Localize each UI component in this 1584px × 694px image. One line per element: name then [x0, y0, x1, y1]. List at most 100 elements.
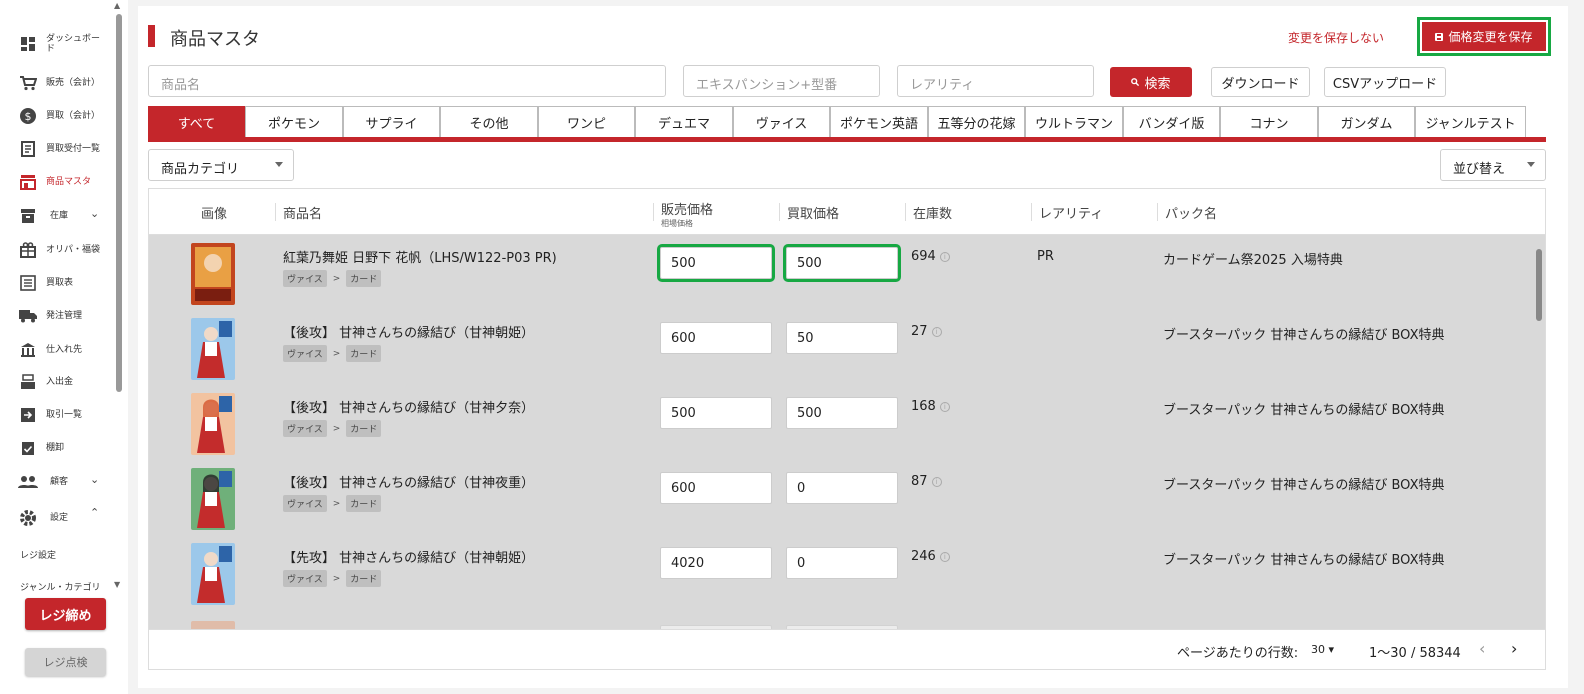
chevron-down-icon[interactable]: ⌄: [90, 207, 99, 220]
sidebar-item-transactions[interactable]: 取引一覧: [18, 403, 104, 427]
category-select[interactable]: 商品カテゴリ: [148, 149, 294, 181]
tab-supply[interactable]: サプライ: [343, 106, 440, 137]
discard-changes-link[interactable]: 変更を保存しない: [1288, 29, 1384, 46]
tab-pokemon-en[interactable]: ポケモン英語: [830, 106, 928, 137]
sidebar-item-stocktake[interactable]: 棚卸: [18, 436, 104, 460]
sale-price-input[interactable]: 500: [660, 397, 772, 429]
buy-price-input[interactable]: 500: [783, 244, 901, 282]
sidebar-scroll-up-icon[interactable]: ▲: [114, 1, 120, 10]
sidebar-item-label: 仕入れ先: [46, 345, 83, 355]
sidebar-item-customers[interactable]: 顧客 ⌄: [18, 470, 108, 494]
table-row[interactable]: 紅葉乃舞姫 日野下 花帆（LHS/W122-P03 PR) ヴァイス > カード 5…: [149, 235, 1529, 310]
header-sale-price[interactable]: 販売価格 相場価格: [653, 189, 713, 235]
info-icon[interactable]: i: [931, 326, 942, 337]
sidebar-item-inventory[interactable]: 在庫 ⌄: [18, 204, 108, 228]
save-price-button[interactable]: 価格変更を保存: [1422, 22, 1546, 51]
sidebar-scrollbar[interactable]: [116, 14, 122, 392]
prev-page-icon[interactable]: ‹: [1479, 639, 1485, 658]
register-close-button[interactable]: レジ締め: [25, 598, 106, 630]
chevron-up-icon[interactable]: ⌃: [90, 506, 99, 519]
product-name[interactable]: 紅葉乃舞姫 日野下 花帆（LHS/W122-P03 PR): [283, 247, 557, 266]
sort-select[interactable]: 並び替え: [1440, 149, 1546, 181]
sale-price-input[interactable]: 600: [660, 472, 772, 504]
sidebar-scroll-down-icon[interactable]: ▼: [114, 580, 120, 589]
download-button[interactable]: ダウンロード: [1211, 67, 1310, 97]
register-check-button[interactable]: レジ点検: [25, 648, 106, 676]
inventory-icon: [18, 206, 38, 226]
tab-conan[interactable]: コナン: [1220, 106, 1318, 137]
buy-price-input[interactable]: 500: [786, 397, 898, 429]
table-row[interactable]: 【後攻】 甘神さんちの縁結び（甘神夜重） ヴァイス > カード 600 0 87 i …: [149, 460, 1529, 535]
tab-other[interactable]: その他: [440, 106, 538, 137]
rarity-input[interactable]: レアリティ: [897, 65, 1094, 97]
header-stock[interactable]: 在庫数: [905, 189, 952, 235]
product-name[interactable]: 【後攻】 甘神さんちの縁結び（甘神夕奈）: [283, 397, 534, 416]
tab-genre-test[interactable]: ジャンルテスト: [1415, 106, 1526, 137]
buy-price-input[interactable]: 0: [786, 547, 898, 579]
sidebar-item-buy-table[interactable]: 買取表: [18, 271, 104, 295]
buy-price-input[interactable]: 0: [786, 472, 898, 504]
store-icon: [18, 172, 38, 192]
sidebar-item-settings[interactable]: 設定 ⌃: [18, 506, 108, 530]
tab-onepiece[interactable]: ワンピ: [538, 106, 635, 137]
tab-duelmasters[interactable]: デュエマ: [635, 106, 733, 137]
chevron-down-icon[interactable]: ⌄: [90, 473, 99, 486]
info-icon[interactable]: i: [939, 401, 950, 412]
sidebar-item-purchase[interactable]: $ 買取（会計）: [18, 104, 104, 128]
sidebar-sub-register-settings[interactable]: レジ設定: [20, 548, 56, 561]
table-row-partial[interactable]: [149, 613, 1529, 629]
stock-count-value: 27: [911, 324, 928, 339]
sidebar-sub-genre-category[interactable]: ジャンル・カテゴリ: [20, 580, 101, 593]
header-buy-price[interactable]: 買取価格: [779, 189, 839, 235]
rows-per-page-select[interactable]: 30 ▾: [1311, 643, 1334, 656]
tab-quintuplets[interactable]: 五等分の花嫁: [928, 106, 1025, 137]
search-button[interactable]: 検索: [1110, 67, 1192, 97]
next-page-icon[interactable]: ›: [1511, 639, 1517, 658]
product-name[interactable]: 【先攻】 甘神さんちの縁結び（甘神朝姫）: [283, 547, 534, 566]
sidebar-item-label: 入出金: [46, 377, 74, 387]
table-row[interactable]: 【先攻】 甘神さんちの縁結び（甘神朝姫） ヴァイス > カード 4020 0 246…: [149, 535, 1529, 610]
tab-pokemon[interactable]: ポケモン: [245, 106, 343, 137]
sale-price-input[interactable]: 600: [660, 322, 772, 354]
sidebar-item-cash[interactable]: 入出金: [18, 370, 104, 394]
info-icon[interactable]: i: [939, 551, 950, 562]
tab-all[interactable]: すべて: [148, 106, 245, 137]
sale-price-input[interactable]: 500: [657, 244, 775, 282]
sale-price-input[interactable]: 4020: [660, 547, 772, 579]
header-image: 画像: [201, 206, 228, 222]
sidebar-item-orders[interactable]: 発注管理: [18, 304, 104, 328]
rows-per-page-value: 30: [1311, 643, 1325, 656]
header-pack[interactable]: パック名: [1157, 189, 1217, 235]
sidebar-item-oripa[interactable]: オリパ・福袋: [18, 238, 104, 262]
header-name[interactable]: 商品名: [275, 189, 322, 235]
pack-name: ブースターパック 甘神さんちの縁結び BOX特典: [1163, 478, 1445, 493]
sidebar-item-label: 在庫: [50, 211, 69, 221]
sidebar-item-label: 買取（会計）: [46, 111, 101, 121]
sidebar-item-purchase-list[interactable]: 買取受付一覧: [18, 137, 104, 161]
product-name-input[interactable]: 商品名: [148, 65, 666, 97]
header-separator: [1157, 203, 1158, 221]
product-name[interactable]: 【後攻】 甘神さんちの縁結び（甘神朝姫）: [283, 322, 534, 341]
table-row[interactable]: 【後攻】 甘神さんちの縁結び（甘神夕奈） ヴァイス > カード 500 500 16…: [149, 385, 1529, 460]
sidebar-item-suppliers[interactable]: 仕入れ先: [18, 338, 104, 362]
expansion-input[interactable]: エキスパンション+型番: [683, 65, 880, 97]
sidebar-item-dashboard[interactable]: ダッシュボード: [18, 32, 104, 56]
stock-count-value: 87: [911, 474, 928, 489]
sidebar-item-sales[interactable]: 販売（会計）: [18, 71, 104, 95]
info-icon[interactable]: i: [939, 251, 950, 262]
tab-bandai[interactable]: バンダイ版: [1123, 106, 1220, 137]
tab-ultraman[interactable]: ウルトラマン: [1025, 106, 1123, 137]
header-separator: [905, 203, 906, 221]
table-scrollbar[interactable]: [1536, 249, 1542, 321]
buy-price-input[interactable]: 50: [786, 322, 898, 354]
product-name[interactable]: 【後攻】 甘神さんちの縁結び（甘神夜重）: [283, 472, 534, 491]
info-icon[interactable]: i: [931, 476, 942, 487]
table-row[interactable]: 【後攻】 甘神さんちの縁結び（甘神朝姫） ヴァイス > カード 600 50 27 i…: [149, 310, 1529, 385]
truck-icon: [18, 306, 38, 326]
tab-weiss[interactable]: ヴァイス: [733, 106, 830, 137]
tab-gundam[interactable]: ガンダム: [1318, 106, 1415, 137]
header-rarity[interactable]: レアリティ: [1031, 189, 1103, 235]
csv-upload-button[interactable]: CSVアップロード: [1324, 67, 1446, 97]
card-thumbnail: [191, 243, 235, 305]
sidebar-item-product-master[interactable]: 商品マスタ: [18, 170, 104, 194]
